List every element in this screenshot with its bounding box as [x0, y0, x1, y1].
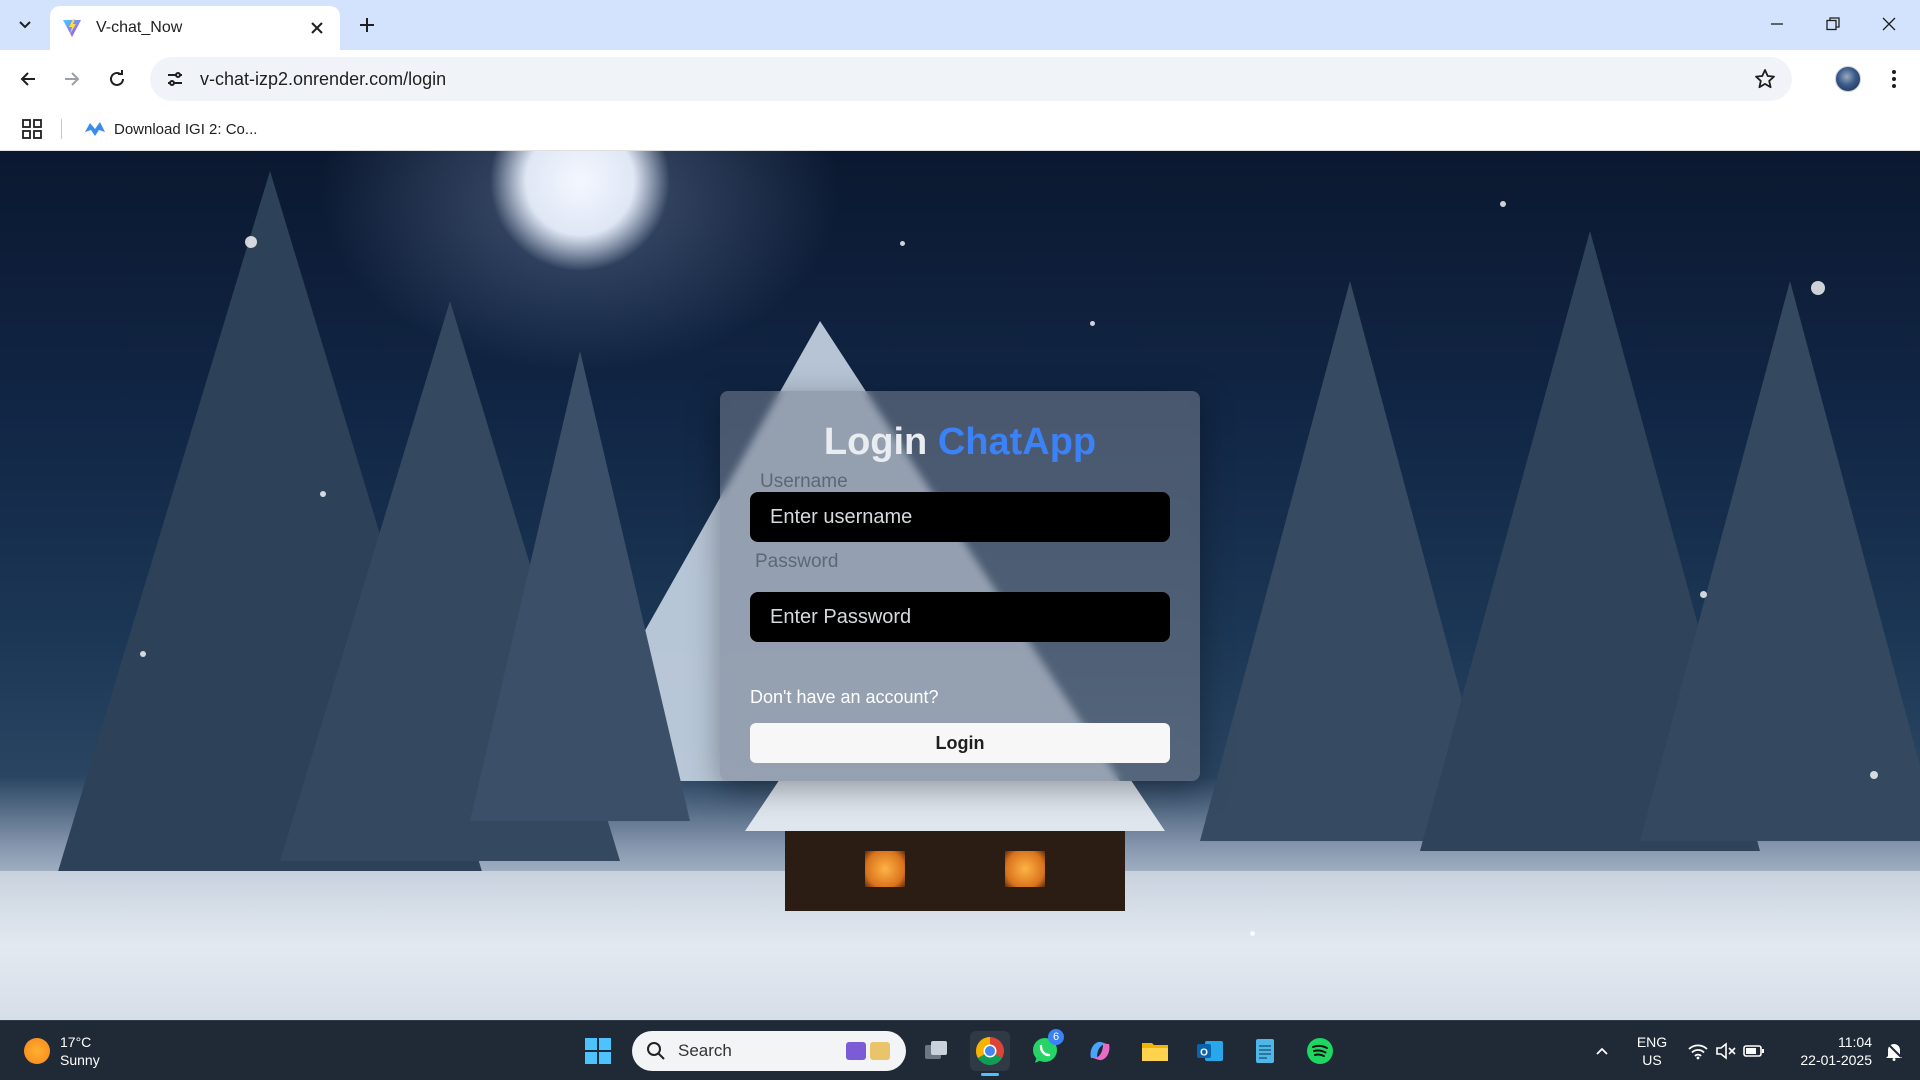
weather-widget[interactable]: 17°C Sunny — [24, 1033, 100, 1069]
snowflake — [1811, 281, 1825, 295]
sun-icon — [24, 1038, 50, 1064]
weather-description: Sunny — [60, 1052, 100, 1068]
arrow-left-icon — [20, 72, 35, 86]
browser-toolbar: v-chat-izp2.onrender.com/login — [0, 50, 1920, 108]
system-tray-status[interactable] — [1678, 1031, 1774, 1071]
tab-search-button[interactable] — [10, 10, 40, 40]
cabin — [745, 781, 1165, 921]
snowflake — [900, 241, 905, 246]
clock[interactable]: 11:04 22-01-2025 — [1782, 1033, 1872, 1069]
profile-avatar[interactable] — [1835, 66, 1861, 92]
outlook-icon[interactable]: O — [1190, 1031, 1230, 1071]
minimize-button[interactable] — [1754, 8, 1800, 40]
cabin-window — [865, 851, 905, 887]
tab-strip: V-chat_Now — [0, 0, 1920, 50]
login-title: Login ChatApp — [720, 421, 1200, 464]
bookmarks-divider — [61, 119, 62, 139]
notepad-icon[interactable] — [1245, 1031, 1285, 1071]
url-text[interactable]: v-chat-izp2.onrender.com/login — [200, 69, 446, 90]
svg-text:O: O — [1200, 1048, 1208, 1059]
pine-tree — [1640, 281, 1920, 841]
search-highlight-icon — [846, 1042, 890, 1060]
login-title-prefix: Login — [823, 421, 928, 463]
task-view-icon[interactable] — [916, 1031, 956, 1071]
tab-title: V-chat_Now — [96, 19, 183, 36]
close-icon — [1882, 17, 1896, 31]
snowflake — [1500, 201, 1506, 207]
search-icon — [647, 1042, 665, 1060]
chrome-icon[interactable] — [970, 1031, 1010, 1071]
snowflake — [1870, 771, 1878, 779]
cabin-roof — [745, 781, 1165, 831]
reload-button[interactable] — [101, 63, 133, 95]
clock-date: 22-01-2025 — [1800, 1052, 1872, 1068]
taskbar-search[interactable]: Search — [632, 1031, 906, 1071]
snowflake — [245, 236, 257, 248]
login-card: Login ChatApp Username Password Don't ha… — [720, 391, 1200, 781]
weather-temperature: 17°C — [60, 1034, 92, 1050]
spotify-icon[interactable] — [1300, 1031, 1340, 1071]
active-tab[interactable]: V-chat_Now — [50, 6, 340, 50]
snowflake — [140, 651, 146, 657]
bookmark-label: Download IGI 2: Co... — [114, 120, 258, 138]
bookmarks-bar: Download IGI 2: Co... — [0, 108, 1920, 151]
more-vert-icon — [1892, 70, 1896, 88]
pine-tree — [470, 351, 690, 821]
language-indicator[interactable]: ENG US — [1632, 1033, 1672, 1069]
restore-icon — [1826, 17, 1840, 31]
file-explorer-icon[interactable] — [1135, 1031, 1175, 1071]
region-code: US — [1642, 1052, 1662, 1068]
new-tab-button[interactable] — [352, 10, 382, 40]
wifi-icon — [1688, 1044, 1708, 1060]
minimize-icon — [1771, 23, 1783, 25]
arrow-right-icon — [65, 72, 80, 86]
notification-bell-icon[interactable] — [1878, 1031, 1910, 1071]
back-button[interactable] — [12, 63, 44, 95]
reload-icon — [110, 70, 124, 86]
login-button[interactable]: Login — [750, 723, 1170, 763]
login-title-brand: ChatApp — [937, 421, 1097, 463]
bookmark-favicon-icon — [85, 122, 105, 136]
username-input[interactable] — [750, 492, 1170, 542]
page-viewport: Login ChatApp Username Password Don't ha… — [0, 151, 1920, 1020]
taskbar: 17°C Sunny Search 6 O ENG US 11:04 22-01… — [0, 1020, 1920, 1080]
address-bar[interactable]: v-chat-izp2.onrender.com/login — [150, 57, 1792, 101]
mute-icon — [1716, 1042, 1736, 1060]
bookmark-item[interactable]: Download IGI 2: Co... — [78, 115, 263, 143]
windows-start-icon[interactable] — [578, 1031, 618, 1071]
cabin-wall — [785, 831, 1125, 911]
bookmark-star-icon[interactable] — [1754, 68, 1776, 90]
battery-icon — [1743, 1045, 1764, 1057]
active-app-indicator — [981, 1073, 999, 1076]
search-label: Search — [678, 1041, 732, 1060]
snowflake — [1250, 931, 1255, 936]
restore-button[interactable] — [1810, 8, 1856, 40]
close-tab-icon[interactable] — [306, 17, 328, 39]
whatsapp-badge: 6 — [1048, 1029, 1064, 1045]
chevron-up-icon[interactable] — [1582, 1031, 1622, 1071]
password-label: Password — [755, 551, 839, 572]
copilot-icon[interactable] — [1080, 1031, 1120, 1071]
signup-link[interactable]: Don't have an account? — [750, 687, 939, 708]
chevron-down-icon — [19, 21, 31, 29]
snowflake — [320, 491, 326, 497]
plus-icon — [360, 18, 374, 32]
snowflake — [1700, 591, 1707, 598]
apps-grid-icon[interactable] — [20, 117, 44, 141]
forward-button[interactable] — [56, 63, 88, 95]
username-label: Username — [760, 471, 848, 492]
password-input[interactable] — [750, 592, 1170, 642]
snowflake — [1090, 321, 1095, 326]
vite-logo-icon — [63, 19, 81, 37]
site-info-icon[interactable] — [164, 68, 186, 90]
clock-time: 11:04 — [1838, 1034, 1872, 1050]
cabin-window — [1005, 851, 1045, 887]
language-code: ENG — [1636, 1034, 1668, 1050]
browser-menu-button[interactable] — [1878, 63, 1910, 95]
close-window-button[interactable] — [1866, 8, 1912, 40]
